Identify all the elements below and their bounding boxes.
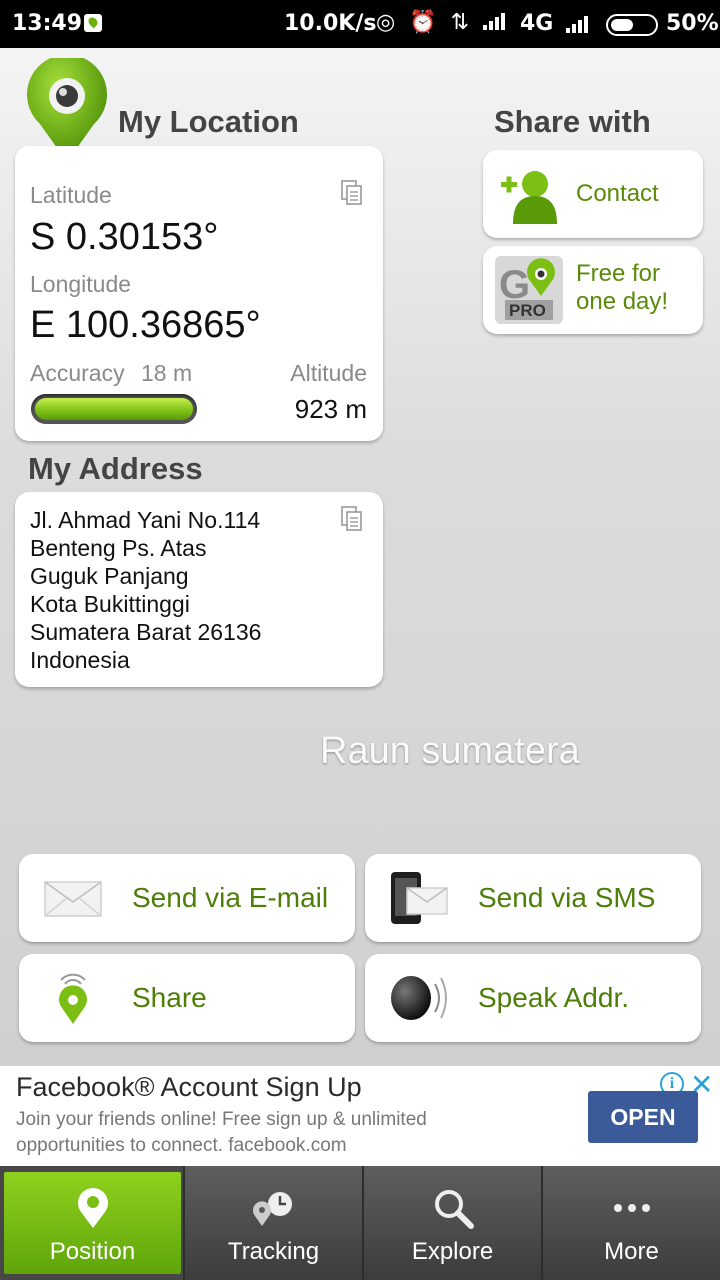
pro-label-line2: one day! [576, 288, 669, 315]
speaker-icon [391, 976, 447, 1020]
accuracy-label: Accuracy [30, 360, 125, 386]
accuracy-value: 18 m [141, 360, 193, 386]
speak-address-button[interactable]: Speak Addr. [365, 954, 701, 1042]
hotspot-icon: ◎ [376, 10, 396, 35]
my-address-title: My Address [28, 451, 203, 486]
tab-position[interactable]: Position [4, 1172, 181, 1274]
share-contact-button[interactable]: Contact [483, 150, 703, 238]
altitude-label: Altitude [290, 360, 367, 386]
address-lines: Jl. Ahmad Yani No.114 Benteng Ps. Atas G… [30, 506, 261, 674]
status-speed: 10.0K/s [284, 11, 377, 36]
address-line: Indonesia [30, 647, 130, 673]
address-line: Benteng Ps. Atas [30, 535, 207, 561]
tab-explore-label: Explore [411, 1238, 494, 1265]
copy-icon[interactable] [341, 506, 363, 532]
latitude-value: S 0.30153° [30, 216, 219, 258]
send-email-button[interactable]: Send via E-mail [19, 854, 355, 942]
status-bar: 13:49 10.0K/s ◎ ⏰ ⇅ 4G 50% [0, 0, 720, 48]
go-pro-icon: G PRO [495, 256, 563, 324]
share-pin-icon [59, 973, 87, 1024]
phone-sms-icon [391, 872, 448, 924]
battery-percent: 50% [666, 11, 719, 36]
battery-icon [606, 14, 658, 36]
tab-more[interactable]: More [541, 1166, 720, 1280]
address-card[interactable]: Jl. Ahmad Yani No.114 Benteng Ps. Atas G… [15, 492, 383, 687]
tab-tracking-label: Tracking [227, 1238, 320, 1265]
altitude-value: 923 m [294, 394, 367, 424]
tab-more-label: More [604, 1238, 659, 1265]
send-sms-label: Send via SMS [478, 882, 656, 913]
address-line: Kota Bukittinggi [30, 591, 190, 617]
magnifier-icon [434, 1190, 474, 1229]
longitude-value: E 100.36865° [30, 304, 261, 346]
address-line: Jl. Ahmad Yani No.114 [30, 507, 261, 533]
tab-tracking[interactable]: Tracking [183, 1166, 362, 1280]
tab-explore[interactable]: Explore [362, 1166, 541, 1280]
pro-label-line1: Free for [576, 260, 661, 287]
tracking-icon [252, 1192, 292, 1226]
ad-banner[interactable]: Facebook® Account Sign Up Join your frie… [0, 1066, 720, 1166]
ad-title: Facebook® Account Sign Up [16, 1072, 362, 1102]
address-line: Guguk Panjang [30, 563, 189, 589]
envelope-icon [44, 881, 102, 917]
bottom-tab-bar: Position Tracking Explore More [0, 1166, 720, 1280]
status-network: 4G [520, 11, 554, 36]
send-sms-button[interactable]: Send via SMS [365, 854, 701, 942]
share-with-title: Share with [494, 104, 651, 139]
status-icons: ◎ ⏰ ⇅ [376, 10, 509, 35]
pin-icon [77, 1188, 108, 1228]
pro-badge-text: PRO [509, 301, 546, 320]
app-notification-icon [84, 14, 102, 32]
main-content: My Location Share with Latitude S 0.3015… [0, 48, 720, 1066]
location-card[interactable]: Latitude S 0.30153° Longitude E 100.3686… [15, 146, 383, 441]
tab-position-label: Position [49, 1238, 136, 1265]
speak-address-label: Speak Addr. [478, 982, 630, 1013]
status-time: 13:49 [12, 11, 83, 36]
add-contact-icon [501, 171, 557, 224]
accuracy-bar-fill [35, 398, 193, 420]
my-location-title: My Location [118, 104, 299, 139]
go-pro-button[interactable]: G PRO Free for one day! [483, 246, 703, 334]
share-label: Share [132, 982, 207, 1013]
send-email-label: Send via E-mail [132, 882, 329, 913]
latitude-label: Latitude [30, 182, 112, 208]
accuracy-bar [31, 394, 197, 424]
copy-icon[interactable] [341, 180, 363, 206]
signal-bars-icon [483, 10, 509, 30]
longitude-label: Longitude [30, 271, 132, 297]
data-transfer-icon: ⇅ [450, 10, 470, 35]
ad-open-button[interactable]: OPEN [588, 1091, 698, 1143]
contact-label: Contact [576, 180, 659, 207]
address-line: Sumatera Barat 26136 [30, 619, 262, 645]
signal-bars-icon-2 [566, 13, 592, 33]
more-dots-icon [613, 1204, 650, 1212]
ad-body: Join your friends online! Free sign up &… [16, 1109, 427, 1156]
share-button[interactable]: Share [19, 954, 355, 1042]
watermark-text: Raun sumatera [320, 730, 580, 772]
alarm-icon: ⏰ [409, 10, 437, 35]
